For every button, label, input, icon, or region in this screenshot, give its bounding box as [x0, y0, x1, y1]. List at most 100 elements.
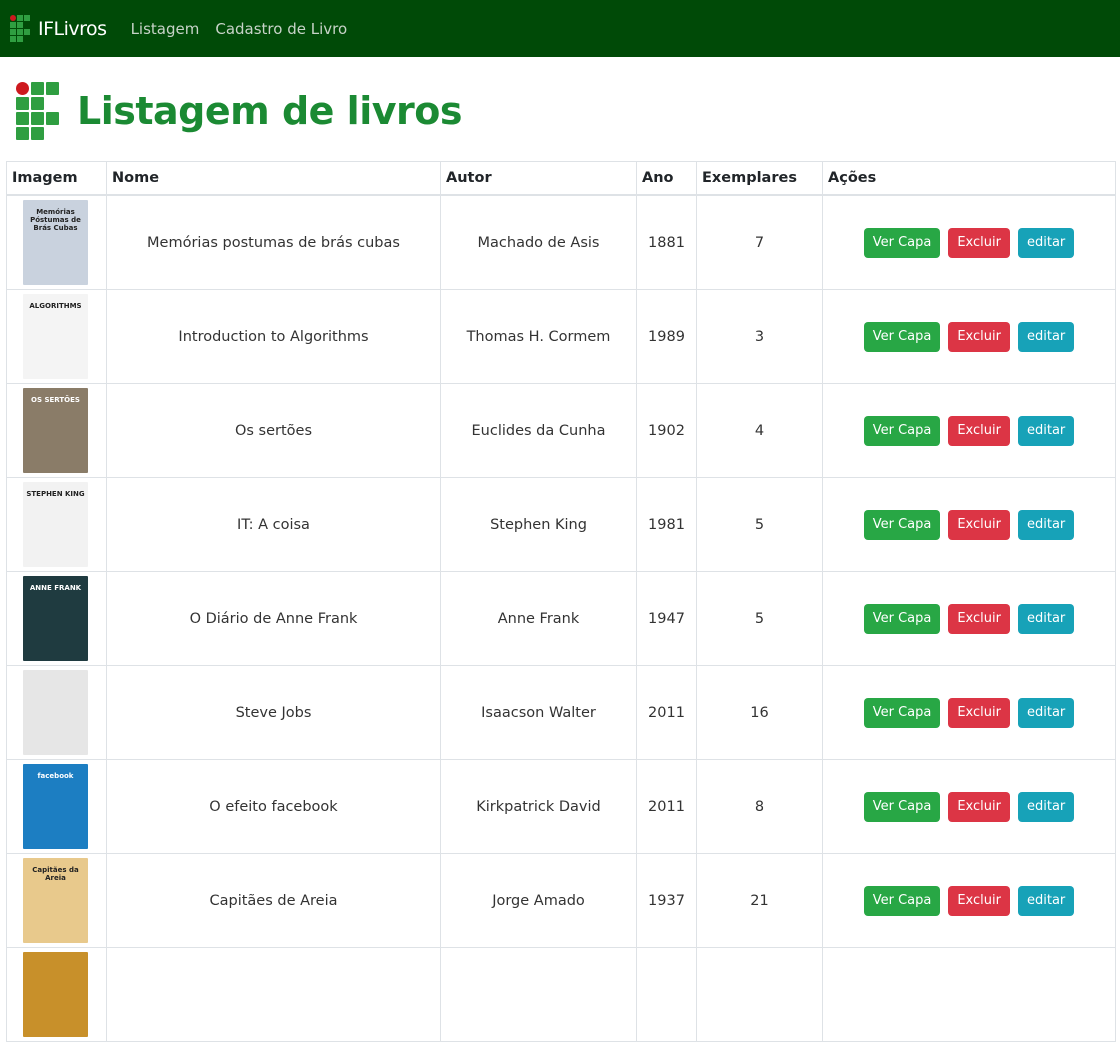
cover-cell: Memórias Póstumas de Brás Cubas: [6, 194, 107, 290]
if-logo-icon: [10, 15, 30, 42]
actions-cell: Ver Capa Excluir editar: [822, 289, 1116, 384]
view-cover-button[interactable]: Ver Capa: [863, 415, 941, 446]
view-cover-button[interactable]: Ver Capa: [863, 603, 941, 634]
book-name: Steve Jobs: [106, 665, 441, 760]
cover-cell: Capitães da Areia: [6, 853, 107, 948]
book-copies: 7: [696, 194, 823, 290]
cover-cell: STEPHEN KING: [6, 477, 107, 572]
column-header-nome: Nome: [106, 161, 441, 196]
view-cover-button[interactable]: Ver Capa: [863, 697, 941, 728]
book-cover-image: ALGORITHMS: [23, 294, 88, 379]
view-cover-button[interactable]: Ver Capa: [863, 885, 941, 916]
book-cover-image: [23, 952, 88, 1037]
book-copies: 3: [696, 289, 823, 384]
actions-cell: Ver Capa Excluir editar: [822, 383, 1116, 478]
book-copies: 5: [696, 477, 823, 572]
book-copies: 21: [696, 853, 823, 948]
edit-button[interactable]: editar: [1017, 885, 1075, 916]
actions-cell: Ver Capa Excluir editar: [822, 759, 1116, 854]
book-cover-image: Memórias Póstumas de Brás Cubas: [23, 200, 88, 285]
actions-cell: Ver Capa Excluir editar: [822, 477, 1116, 572]
column-header-acoes: Ações: [822, 161, 1116, 196]
navbar: IFLivros Listagem Cadastro de Livro: [0, 0, 1120, 57]
cover-title-text: ALGORITHMS: [29, 302, 82, 310]
edit-button[interactable]: editar: [1017, 321, 1075, 352]
brand-name: IFLivros: [38, 17, 107, 40]
book-year: 2011: [636, 665, 697, 760]
table-row: Capitães da Areia Capitães de Areia Jorge …: [6, 853, 1116, 948]
view-cover-button[interactable]: Ver Capa: [863, 227, 941, 258]
table-row: Steve Jobs Isaacson Walter 2011 16 Ver Capa E…: [6, 665, 1116, 760]
delete-button[interactable]: Excluir: [948, 885, 1010, 916]
table-row: OS SERTÕES Os sertões Euclides da Cunha 190…: [6, 383, 1116, 478]
cover-title-text: OS SERTÕES: [31, 396, 80, 404]
edit-button[interactable]: editar: [1017, 791, 1075, 822]
table-row: ANNE FRANK O Diário de Anne Frank Anne Fra…: [6, 571, 1116, 666]
column-header-exemplares: Exemplares: [696, 161, 823, 196]
book-copies: [696, 947, 823, 1042]
book-cover-image: facebook: [23, 764, 88, 849]
book-cover-image: [23, 670, 88, 755]
book-year: 1989: [636, 289, 697, 384]
books-table: Imagem Nome Autor Ano Exemplares Ações M…: [6, 161, 1116, 1042]
book-author: Isaacson Walter: [440, 665, 637, 760]
edit-button[interactable]: editar: [1017, 697, 1075, 728]
delete-button[interactable]: Excluir: [948, 227, 1010, 258]
book-cover-image: ANNE FRANK: [23, 576, 88, 661]
view-cover-button[interactable]: Ver Capa: [863, 509, 941, 540]
book-author: Stephen King: [440, 477, 637, 572]
edit-button[interactable]: editar: [1017, 227, 1075, 258]
cover-cell: facebook: [6, 759, 107, 854]
edit-button[interactable]: editar: [1017, 509, 1075, 540]
view-cover-button[interactable]: Ver Capa: [863, 321, 941, 352]
book-name: Introduction to Algorithms: [106, 289, 441, 384]
page-title: Listagem de livros: [77, 89, 462, 133]
actions-cell: Ver Capa Excluir editar: [822, 194, 1116, 290]
book-year: 2011: [636, 759, 697, 854]
book-name: O efeito facebook: [106, 759, 441, 854]
table-row: facebook O efeito facebook Kirkpatrick Dav…: [6, 759, 1116, 854]
cover-title-text: STEPHEN KING: [26, 490, 85, 498]
delete-button[interactable]: Excluir: [948, 509, 1010, 540]
book-author: Jorge Amado: [440, 853, 637, 948]
book-copies: 4: [696, 383, 823, 478]
table-row: Memórias Póstumas de Brás Cubas Memórias …: [6, 194, 1116, 290]
book-year: [636, 947, 697, 1042]
cover-title-text: facebook: [37, 772, 74, 780]
actions-cell: Ver Capa Excluir editar: [822, 665, 1116, 760]
book-name: O Diário de Anne Frank: [106, 571, 441, 666]
book-year: 1902: [636, 383, 697, 478]
brand-link[interactable]: IFLivros: [10, 15, 107, 42]
book-author: Thomas H. Cormem: [440, 289, 637, 384]
book-cover-image: STEPHEN KING: [23, 482, 88, 567]
delete-button[interactable]: Excluir: [948, 791, 1010, 822]
book-author: Kirkpatrick David: [440, 759, 637, 854]
delete-button[interactable]: Excluir: [948, 415, 1010, 446]
actions-cell: Ver Capa Excluir editar: [822, 853, 1116, 948]
book-name: [106, 947, 441, 1042]
if-logo-icon: [16, 82, 59, 140]
delete-button[interactable]: Excluir: [948, 321, 1010, 352]
nav-link-listagem[interactable]: Listagem: [131, 20, 200, 38]
column-header-imagem: Imagem: [6, 161, 107, 196]
edit-button[interactable]: editar: [1017, 415, 1075, 446]
column-header-autor: Autor: [440, 161, 637, 196]
cover-cell: [6, 947, 107, 1042]
book-copies: 8: [696, 759, 823, 854]
cover-cell: ANNE FRANK: [6, 571, 107, 666]
delete-button[interactable]: Excluir: [948, 697, 1010, 728]
view-cover-button[interactable]: Ver Capa: [863, 791, 941, 822]
edit-button[interactable]: editar: [1017, 603, 1075, 634]
book-author: [440, 947, 637, 1042]
book-author: Anne Frank: [440, 571, 637, 666]
book-copies: 16: [696, 665, 823, 760]
book-year: 1981: [636, 477, 697, 572]
table-header-row: Imagem Nome Autor Ano Exemplares Ações: [6, 161, 1116, 196]
cover-title-text: Capitães da Areia: [32, 866, 79, 882]
column-header-ano: Ano: [636, 161, 697, 196]
page-header: Listagem de livros: [16, 82, 462, 140]
table-row: STEPHEN KING IT: A coisa Stephen King 1981 5…: [6, 477, 1116, 572]
book-year: 1937: [636, 853, 697, 948]
nav-link-cadastro[interactable]: Cadastro de Livro: [215, 20, 347, 38]
delete-button[interactable]: Excluir: [948, 603, 1010, 634]
